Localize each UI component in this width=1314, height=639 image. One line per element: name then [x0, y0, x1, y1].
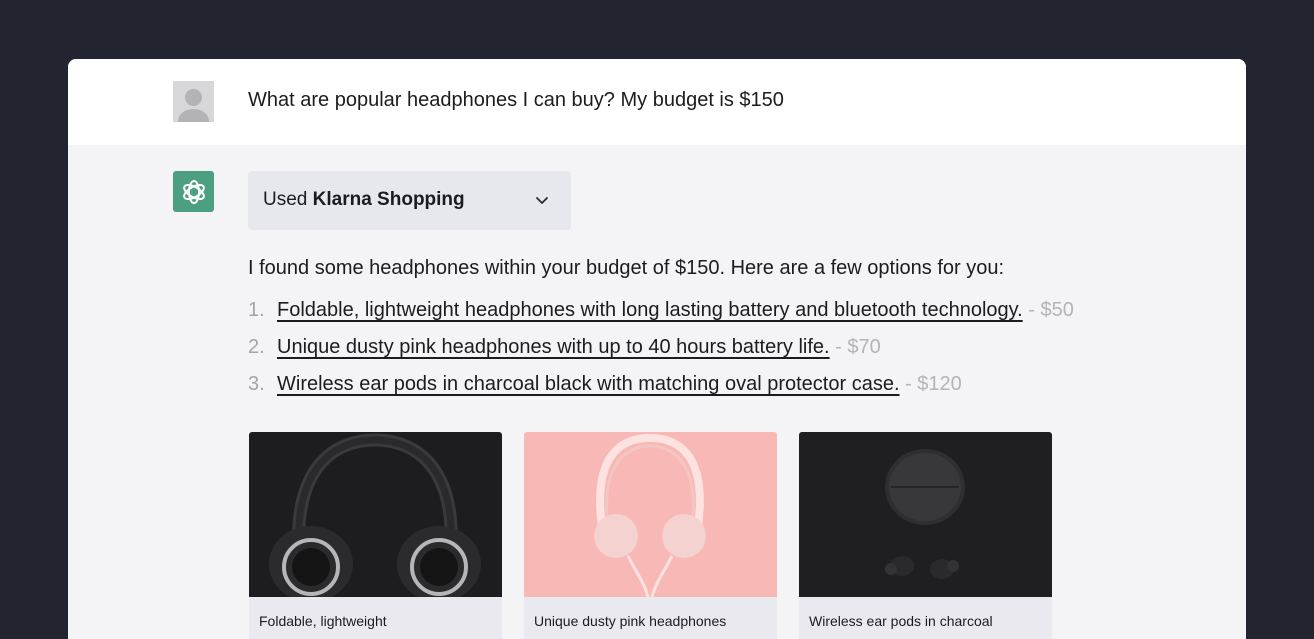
plugin-name: Klarna Shopping: [312, 189, 465, 210]
product-card[interactable]: Foldable, lightweight: [249, 432, 502, 639]
plugin-used-label: Used Klarna Shopping: [263, 189, 465, 210]
product-card[interactable]: Wireless ear pods in charcoal: [799, 432, 1052, 639]
price-separator: -: [1022, 299, 1041, 321]
user-message-row: What are popular headphones I can buy? M…: [68, 59, 1246, 145]
chevron-down-icon[interactable]: [535, 193, 549, 207]
chat-window: What are popular headphones I can buy? M…: [68, 59, 1246, 639]
product-price: $50: [1040, 299, 1074, 321]
charcoal-earpods-photo: [799, 432, 1052, 597]
black-over-ear-headphones-photo: [249, 432, 502, 597]
product-price: $70: [847, 336, 881, 358]
assistant-intro-text: I found some headphones within your budg…: [248, 257, 1005, 279]
price-separator: -: [829, 336, 848, 358]
plugin-used-dropdown[interactable]: Used Klarna Shopping: [248, 171, 571, 230]
product-link[interactable]: Foldable, lightweight headphones with lo…: [277, 299, 1023, 322]
product-link[interactable]: Unique dusty pink headphones with up to …: [277, 336, 830, 359]
user-message-text: What are popular headphones I can buy? M…: [248, 89, 784, 111]
product-link[interactable]: Wireless ear pods in charcoal black with…: [277, 373, 900, 396]
product-options-list: 1. Foldable, lightweight headphones with…: [248, 299, 1074, 410]
list-number: 2.: [248, 336, 265, 358]
product-card[interactable]: Unique dusty pink headphones: [524, 432, 777, 639]
product-price: $120: [917, 373, 962, 395]
list-number: 1.: [248, 299, 265, 321]
list-item: 2. Unique dusty pink headphones with up …: [248, 336, 1074, 373]
pink-headphones-photo: [524, 432, 777, 597]
list-number: 3.: [248, 373, 265, 395]
price-separator: -: [899, 373, 918, 395]
list-item: 1. Foldable, lightweight headphones with…: [248, 299, 1074, 336]
chatgpt-logo-icon: [173, 171, 214, 212]
list-item: 3. Wireless ear pods in charcoal black w…: [248, 373, 1074, 410]
user-avatar-icon: [173, 81, 214, 122]
